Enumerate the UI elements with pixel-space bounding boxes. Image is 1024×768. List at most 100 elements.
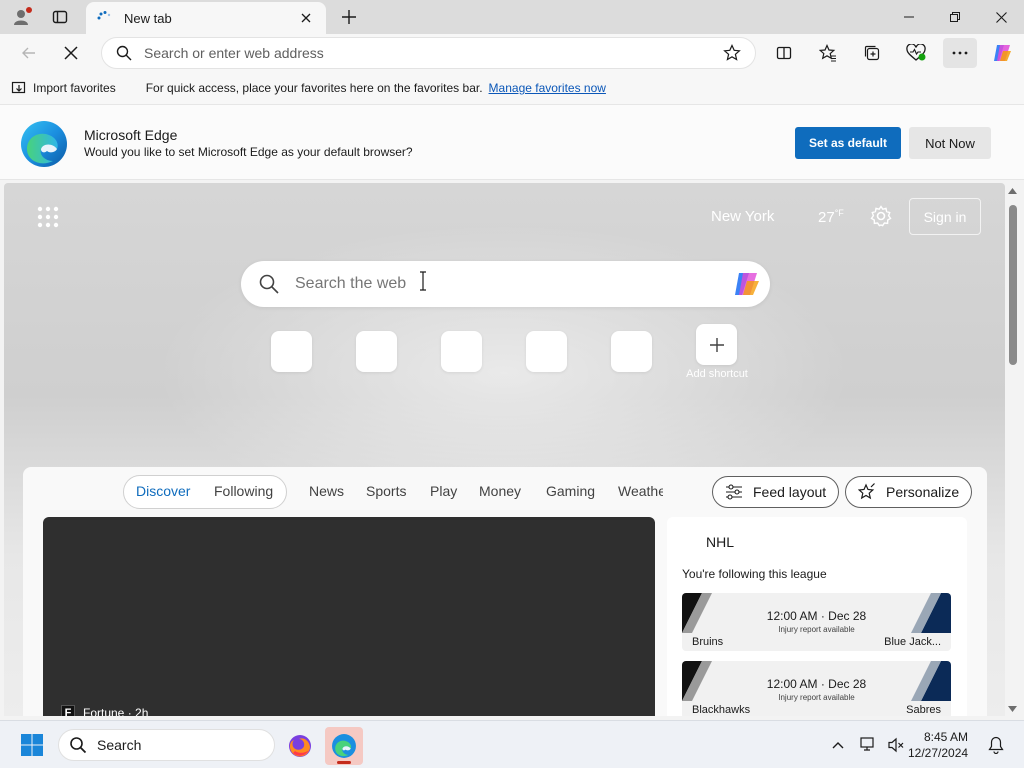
copilot-icon[interactable] — [730, 268, 762, 300]
banner-title: Microsoft Edge — [84, 127, 178, 143]
hero-story-card[interactable]: F Fortune · 2h — [43, 517, 655, 716]
hero-source-label: Fortune · 2h — [83, 706, 149, 716]
search-icon — [116, 45, 132, 61]
tab-news[interactable]: News — [309, 483, 344, 499]
plus-icon — [709, 337, 724, 352]
game-note: Injury report available — [778, 693, 855, 702]
scroll-down-arrow-icon[interactable] — [1008, 706, 1017, 712]
windows-start-icon[interactable] — [20, 733, 44, 757]
speaker-muted-icon — [888, 737, 904, 753]
game-card[interactable]: 12:00 AM · Dec 28 Injury report availabl… — [682, 593, 951, 651]
nhl-subtitle: You're following this league — [682, 567, 827, 581]
home-team: Blackhawks — [692, 704, 751, 716]
web-search-input[interactable]: Search the web — [295, 275, 730, 293]
game-card[interactable]: 12:00 AM · Dec 28 Injury report availabl… — [682, 661, 951, 716]
title-bar: New tab — [0, 0, 1024, 34]
search-icon — [259, 274, 279, 294]
volume-button[interactable] — [884, 733, 908, 757]
tab-discover[interactable]: Discover — [136, 483, 190, 499]
show-hidden-icons-button[interactable] — [826, 733, 850, 757]
apps-grid-icon[interactable] — [36, 205, 60, 229]
back-button[interactable] — [14, 38, 44, 68]
shortcut-tile-5[interactable] — [611, 331, 652, 372]
tab-weather[interactable]: Weathe — [618, 483, 663, 499]
personalize-button[interactable]: Personalize — [845, 476, 973, 508]
add-favorite-button[interactable] — [717, 38, 747, 68]
taskbar-search[interactable]: Search — [58, 729, 275, 761]
clock-time: 8:45 AM — [923, 730, 968, 744]
import-favorites-button[interactable]: Import favorites — [11, 80, 116, 96]
nhl-title[interactable]: NHL — [706, 534, 734, 550]
restore-icon — [950, 12, 960, 22]
feed-layout-button[interactable]: Feed layout — [712, 476, 840, 508]
sliders-icon — [726, 484, 742, 500]
set-as-default-button[interactable]: Set as default — [795, 127, 901, 159]
settings-and-more-button[interactable] — [943, 38, 977, 68]
taskbar-firefox[interactable] — [281, 727, 319, 765]
copilot-icon — [994, 45, 1011, 61]
network-icon — [860, 737, 874, 751]
tab-actions-icon — [52, 10, 68, 24]
profile-button[interactable] — [8, 5, 36, 29]
close-icon — [995, 11, 1007, 23]
gear-icon[interactable] — [870, 205, 892, 227]
notifications-button[interactable] — [984, 733, 1008, 757]
firefox-icon — [289, 735, 311, 757]
game-time: 12:00 AM · Dec 28 — [766, 677, 867, 691]
restore-button[interactable] — [932, 0, 978, 34]
close-window-button[interactable] — [978, 0, 1024, 34]
edge-logo-icon — [21, 121, 67, 167]
favorites-button[interactable] — [811, 38, 845, 68]
tab-gaming[interactable]: Gaming — [546, 483, 595, 499]
taskbar-clock[interactable]: 8:45 AM 12/27/2024 — [908, 729, 968, 761]
text-cursor-icon — [420, 271, 426, 291]
tab-actions-button[interactable] — [46, 5, 74, 29]
weather-temperature[interactable]: 27°F — [818, 208, 844, 226]
address-bar[interactable]: Search or enter web address — [101, 37, 756, 69]
split-screen-button[interactable] — [767, 38, 801, 68]
tab-new-tab[interactable]: New tab — [86, 2, 326, 34]
web-search-box[interactable]: Search the web — [241, 261, 770, 307]
personalize-label: Personalize — [886, 484, 960, 500]
default-browser-banner: Microsoft Edge Would you like to set Mic… — [0, 104, 1024, 180]
plus-icon — [342, 10, 356, 24]
stop-loading-button[interactable] — [56, 38, 86, 68]
tab-play[interactable]: Play — [430, 483, 457, 499]
taskbar-search-label: Search — [97, 737, 142, 753]
collections-button[interactable] — [855, 38, 889, 68]
scroll-up-arrow-icon[interactable] — [1008, 188, 1017, 194]
network-button[interactable] — [857, 733, 881, 757]
favorites-bar: Import favorites For quick access, place… — [0, 72, 1024, 104]
favorites-bar-message: For quick access, place your favorites h… — [145, 81, 483, 95]
address-input[interactable]: Search or enter web address — [144, 45, 717, 61]
shortcut-tile-2[interactable] — [356, 331, 397, 372]
new-tab-button[interactable] — [336, 5, 362, 29]
not-now-button[interactable]: Not Now — [909, 127, 991, 159]
feed-layout-label: Feed layout — [753, 484, 827, 500]
sign-in-button[interactable]: Sign in — [909, 198, 981, 235]
search-icon — [70, 737, 87, 754]
news-feed: Discover Following News Sports Play Mone… — [23, 467, 987, 716]
minimize-button[interactable] — [886, 0, 932, 34]
tab-sports[interactable]: Sports — [366, 483, 406, 499]
home-team: Bruins — [692, 636, 724, 648]
manage-favorites-link[interactable]: Manage favorites now — [489, 81, 606, 95]
page-scrollbar[interactable] — [1005, 183, 1020, 716]
tab-following[interactable]: Following — [214, 483, 273, 499]
shortcut-tile-1[interactable] — [271, 331, 312, 372]
close-icon — [301, 13, 311, 23]
temperature-unit: °F — [834, 208, 844, 218]
shortcut-tile-3[interactable] — [441, 331, 482, 372]
copilot-button[interactable] — [985, 38, 1019, 68]
add-shortcut-button[interactable] — [696, 324, 737, 365]
shortcut-tile-4[interactable] — [526, 331, 567, 372]
tab-close-button[interactable] — [296, 8, 316, 28]
import-favorites-label: Import favorites — [33, 81, 116, 95]
scrollbar-thumb[interactable] — [1009, 205, 1017, 365]
weather-city[interactable]: New York — [711, 208, 774, 225]
browser-essentials-button[interactable] — [899, 38, 933, 68]
tab-money[interactable]: Money — [479, 483, 521, 499]
windows-taskbar: Search 8:45 AM 12/27/2024 — [0, 720, 1024, 768]
publisher-logo: F — [61, 705, 75, 716]
taskbar-edge[interactable] — [325, 727, 363, 765]
